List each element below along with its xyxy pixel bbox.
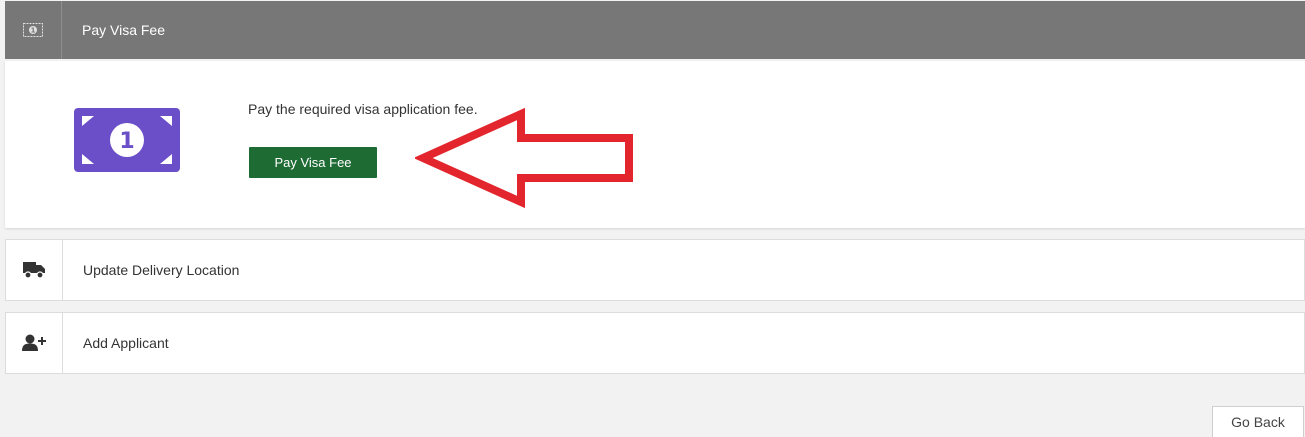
pay-visa-fee-button[interactable]: Pay Visa Fee <box>249 147 377 178</box>
row-icon-cell <box>6 240 63 300</box>
user-plus-icon <box>22 334 46 351</box>
svg-text:1: 1 <box>119 129 134 154</box>
red-arrow-annotation <box>415 108 633 209</box>
svg-text:1: 1 <box>31 27 36 35</box>
truck-icon <box>23 262 45 279</box>
row-label: Update Delivery Location <box>83 262 240 278</box>
header-icon-cell: 1 <box>5 1 62 59</box>
pay-visa-fee-panel: 1 Pay the required visa application fee.… <box>5 61 1305 228</box>
row-label: Add Applicant <box>83 335 169 351</box>
step-row-update-delivery-location[interactable]: Update Delivery Location <box>5 239 1305 301</box>
money-bill-icon: 1 <box>23 23 43 37</box>
header-title: Pay Visa Fee <box>82 22 166 38</box>
money-bill-icon: 1 <box>74 108 180 172</box>
row-icon-cell <box>6 313 63 373</box>
step-row-add-applicant[interactable]: Add Applicant <box>5 312 1305 374</box>
step-header-pay-visa-fee[interactable]: 1 Pay Visa Fee <box>5 1 1305 59</box>
go-back-button[interactable]: Go Back <box>1212 406 1304 437</box>
